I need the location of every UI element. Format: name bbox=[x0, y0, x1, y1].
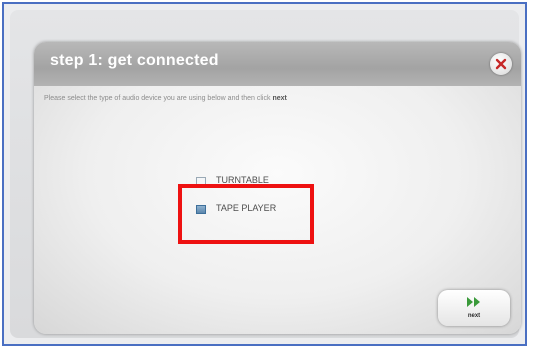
dialog-title: step 1: get connected bbox=[50, 52, 219, 69]
next-label: next bbox=[467, 313, 481, 319]
dialog-titlebar: step 1: get connected bbox=[34, 42, 521, 86]
instruction-emphasis: next bbox=[272, 95, 287, 102]
next-button[interactable]: next bbox=[438, 290, 510, 326]
instruction-text: Please select the type of audio device y… bbox=[44, 95, 287, 102]
highlight-annotation-box bbox=[178, 184, 314, 244]
instruction-body: Please select the type of audio device y… bbox=[44, 95, 271, 102]
close-button[interactable] bbox=[490, 53, 512, 75]
screenshot-frame: step 1: get connected Please select the … bbox=[2, 2, 527, 346]
fast-forward-icon bbox=[467, 297, 480, 307]
close-icon bbox=[495, 58, 507, 70]
